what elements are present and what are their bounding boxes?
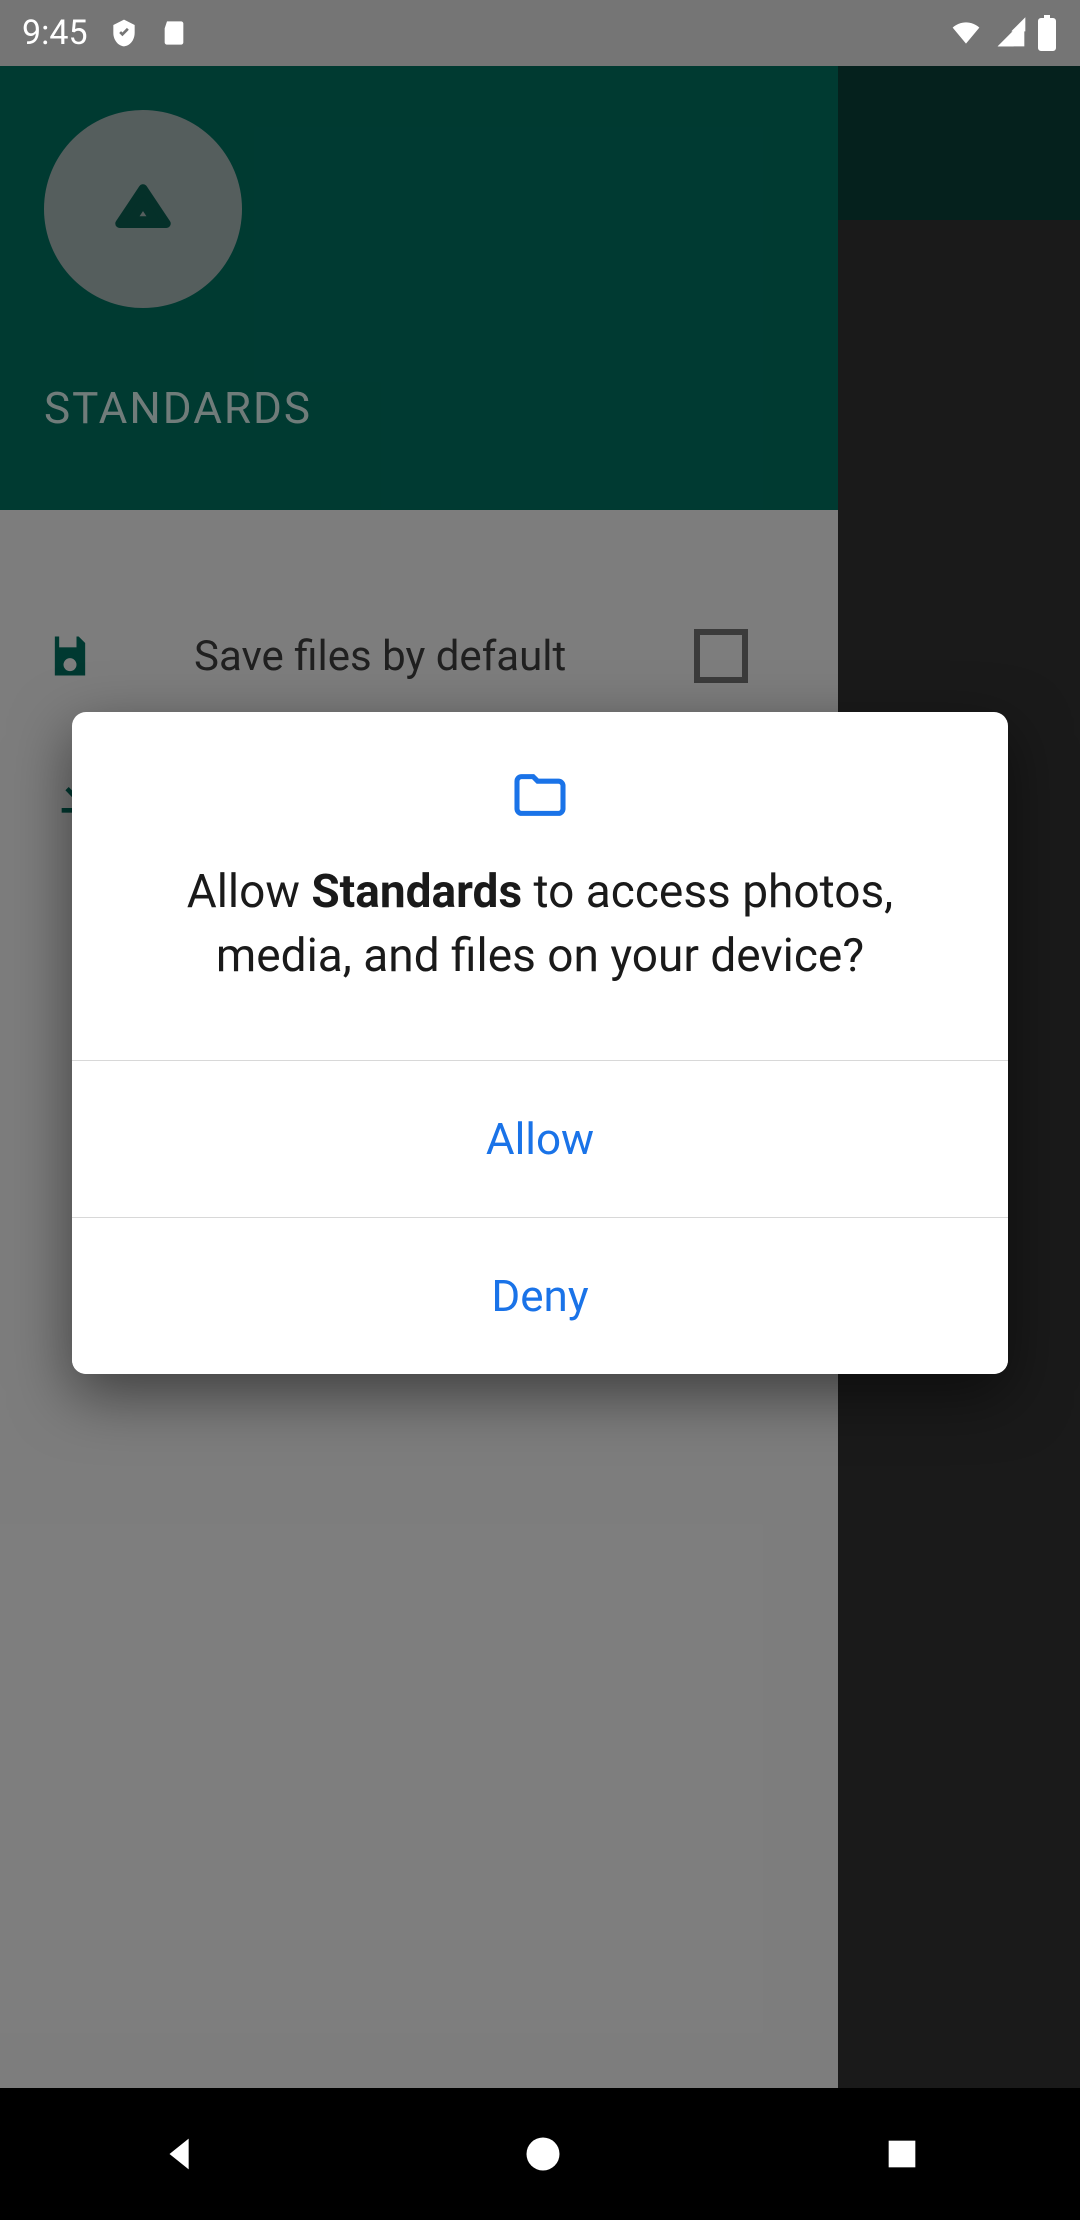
nav-home-button[interactable] xyxy=(521,2132,565,2176)
prompt-prefix: Allow xyxy=(187,865,312,919)
battery-icon xyxy=(1036,15,1058,51)
sd-card-icon xyxy=(160,16,188,50)
prompt-app-name: Standards xyxy=(311,865,522,919)
wifi-icon xyxy=(946,17,986,49)
nav-recents-button[interactable] xyxy=(882,2134,922,2174)
navigation-bar xyxy=(0,2088,1080,2220)
status-bar: 9:45 xyxy=(0,0,1080,66)
allow-button[interactable]: Allow xyxy=(72,1061,1008,1217)
nav-back-button[interactable] xyxy=(158,2131,204,2177)
permission-dialog: Allow Standards to access photos, media,… xyxy=(72,712,1008,1374)
permission-prompt: Allow Standards to access photos, media,… xyxy=(128,860,952,988)
status-time: 9:45 xyxy=(22,13,88,53)
shield-icon xyxy=(108,15,140,51)
cell-signal-icon xyxy=(994,17,1028,49)
folder-icon xyxy=(128,772,952,818)
deny-button[interactable]: Deny xyxy=(72,1218,1008,1374)
